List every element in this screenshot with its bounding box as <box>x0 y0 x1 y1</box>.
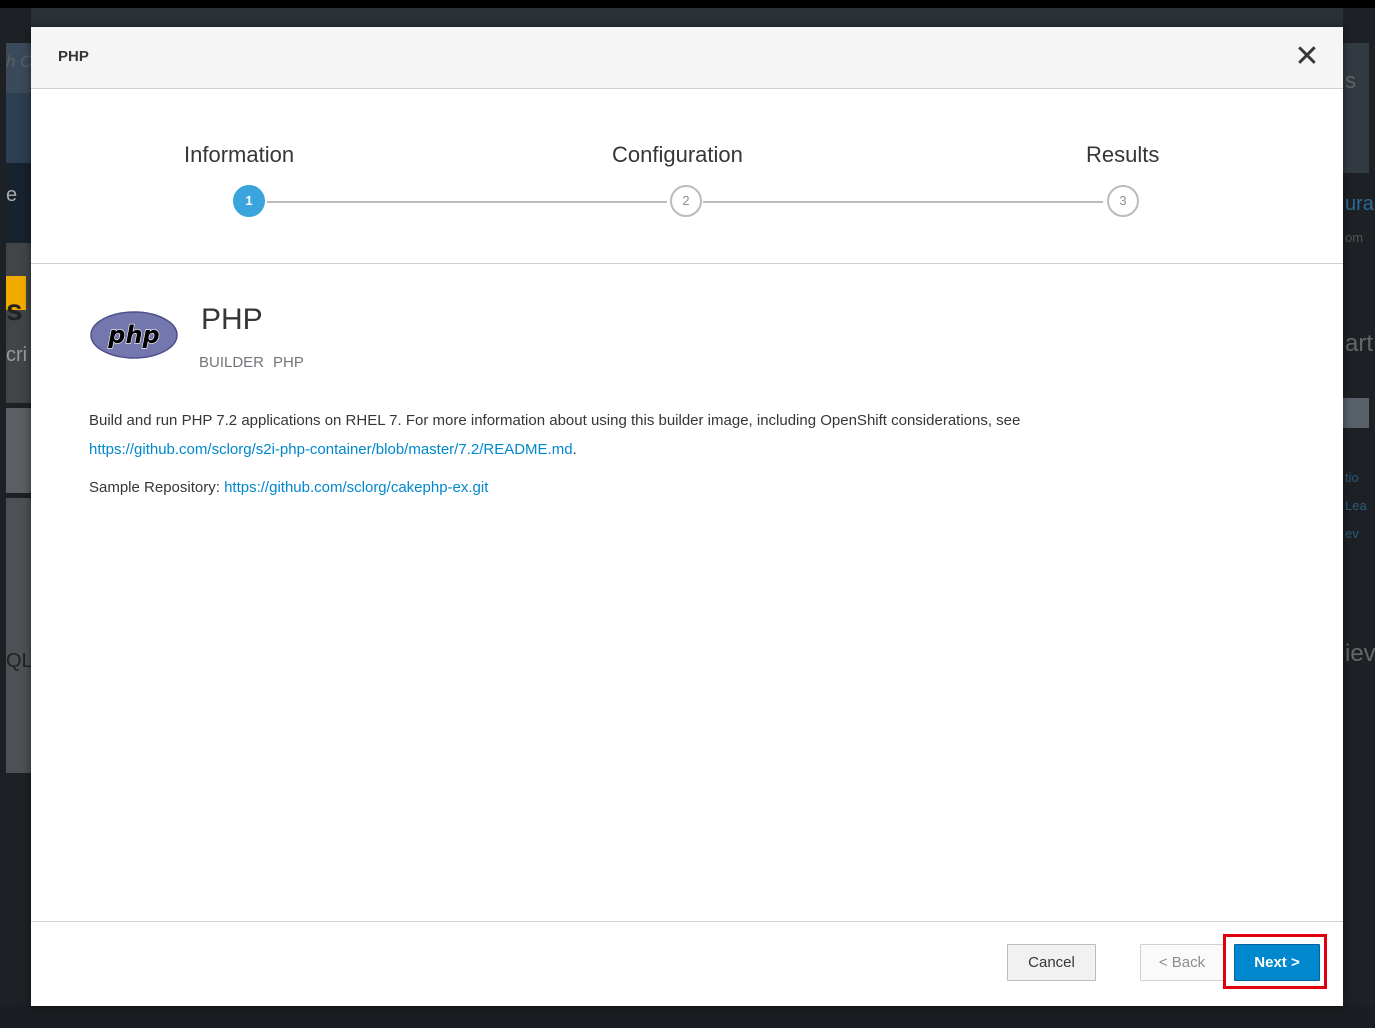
step-label-information[interactable]: Information <box>184 142 294 168</box>
step-label-configuration[interactable]: Configuration <box>612 142 743 168</box>
description-text: Build and run PHP 7.2 applications on RH… <box>89 412 1021 429</box>
description-end: . <box>572 441 577 458</box>
backdrop-text: s <box>6 294 23 327</box>
backdrop-left-panel: h C e s cri QL <box>0 8 33 1028</box>
backdrop-top <box>0 0 1375 8</box>
next-button[interactable]: Next > <box>1234 944 1320 981</box>
step-1-indicator[interactable]: 1 <box>233 185 265 217</box>
item-description: Build and run PHP 7.2 applications on RH… <box>89 406 1289 464</box>
backdrop-text: om <box>1345 230 1364 245</box>
sample-repository-link[interactable]: https://github.com/sclorg/cakephp-ex.git <box>224 479 488 496</box>
wizard-modal: PHP ✕ Information 1 Configuration 2 Resu… <box>31 27 1343 1006</box>
backdrop-text: QL <box>6 650 33 672</box>
wizard-steps: Information 1 Configuration 2 Results 3 <box>31 89 1343 264</box>
backdrop-text: tio <box>1345 470 1359 485</box>
backdrop-text: iev <box>1345 640 1375 667</box>
backdrop-bottom <box>0 1006 1375 1028</box>
item-tags: BUILDER PHP <box>199 354 313 371</box>
modal-header: PHP ✕ <box>31 27 1343 89</box>
item-title: PHP <box>201 303 263 336</box>
backdrop-text: h C <box>6 52 33 71</box>
step-connector <box>703 201 1103 203</box>
cancel-button[interactable]: Cancel <box>1007 944 1096 981</box>
readme-link[interactable]: https://github.com/sclorg/s2i-php-contai… <box>89 441 573 458</box>
modal-footer: Cancel < Back Next > <box>31 921 1343 1007</box>
sample-repository-label: Sample Repository: <box>89 479 220 496</box>
backdrop-text: ura <box>1345 193 1374 215</box>
step-3-indicator[interactable]: 3 <box>1107 185 1139 217</box>
back-button[interactable]: < Back <box>1140 944 1224 981</box>
modal-title: PHP <box>58 48 89 65</box>
backdrop-text: art <box>1345 330 1374 357</box>
sample-repository: Sample Repository: https://github.com/sc… <box>89 479 488 496</box>
backdrop-text: cri <box>6 344 28 366</box>
close-icon[interactable]: ✕ <box>1291 40 1323 74</box>
step-2-indicator[interactable]: 2 <box>670 185 702 217</box>
backdrop-text: s <box>1345 68 1356 93</box>
php-logo-text: php <box>107 321 159 349</box>
backdrop-text: ev <box>1345 526 1359 541</box>
step-label-results[interactable]: Results <box>1086 142 1159 168</box>
tag-builder: BUILDER <box>199 354 265 371</box>
backdrop-text: e <box>6 184 18 206</box>
step-connector <box>267 201 667 203</box>
backdrop-text: Lea <box>1345 498 1367 513</box>
tag-php: PHP <box>273 354 304 371</box>
php-logo: php <box>90 311 178 359</box>
backdrop-right-panel: s ura om art tio Lea ev iev <box>1343 8 1375 1028</box>
